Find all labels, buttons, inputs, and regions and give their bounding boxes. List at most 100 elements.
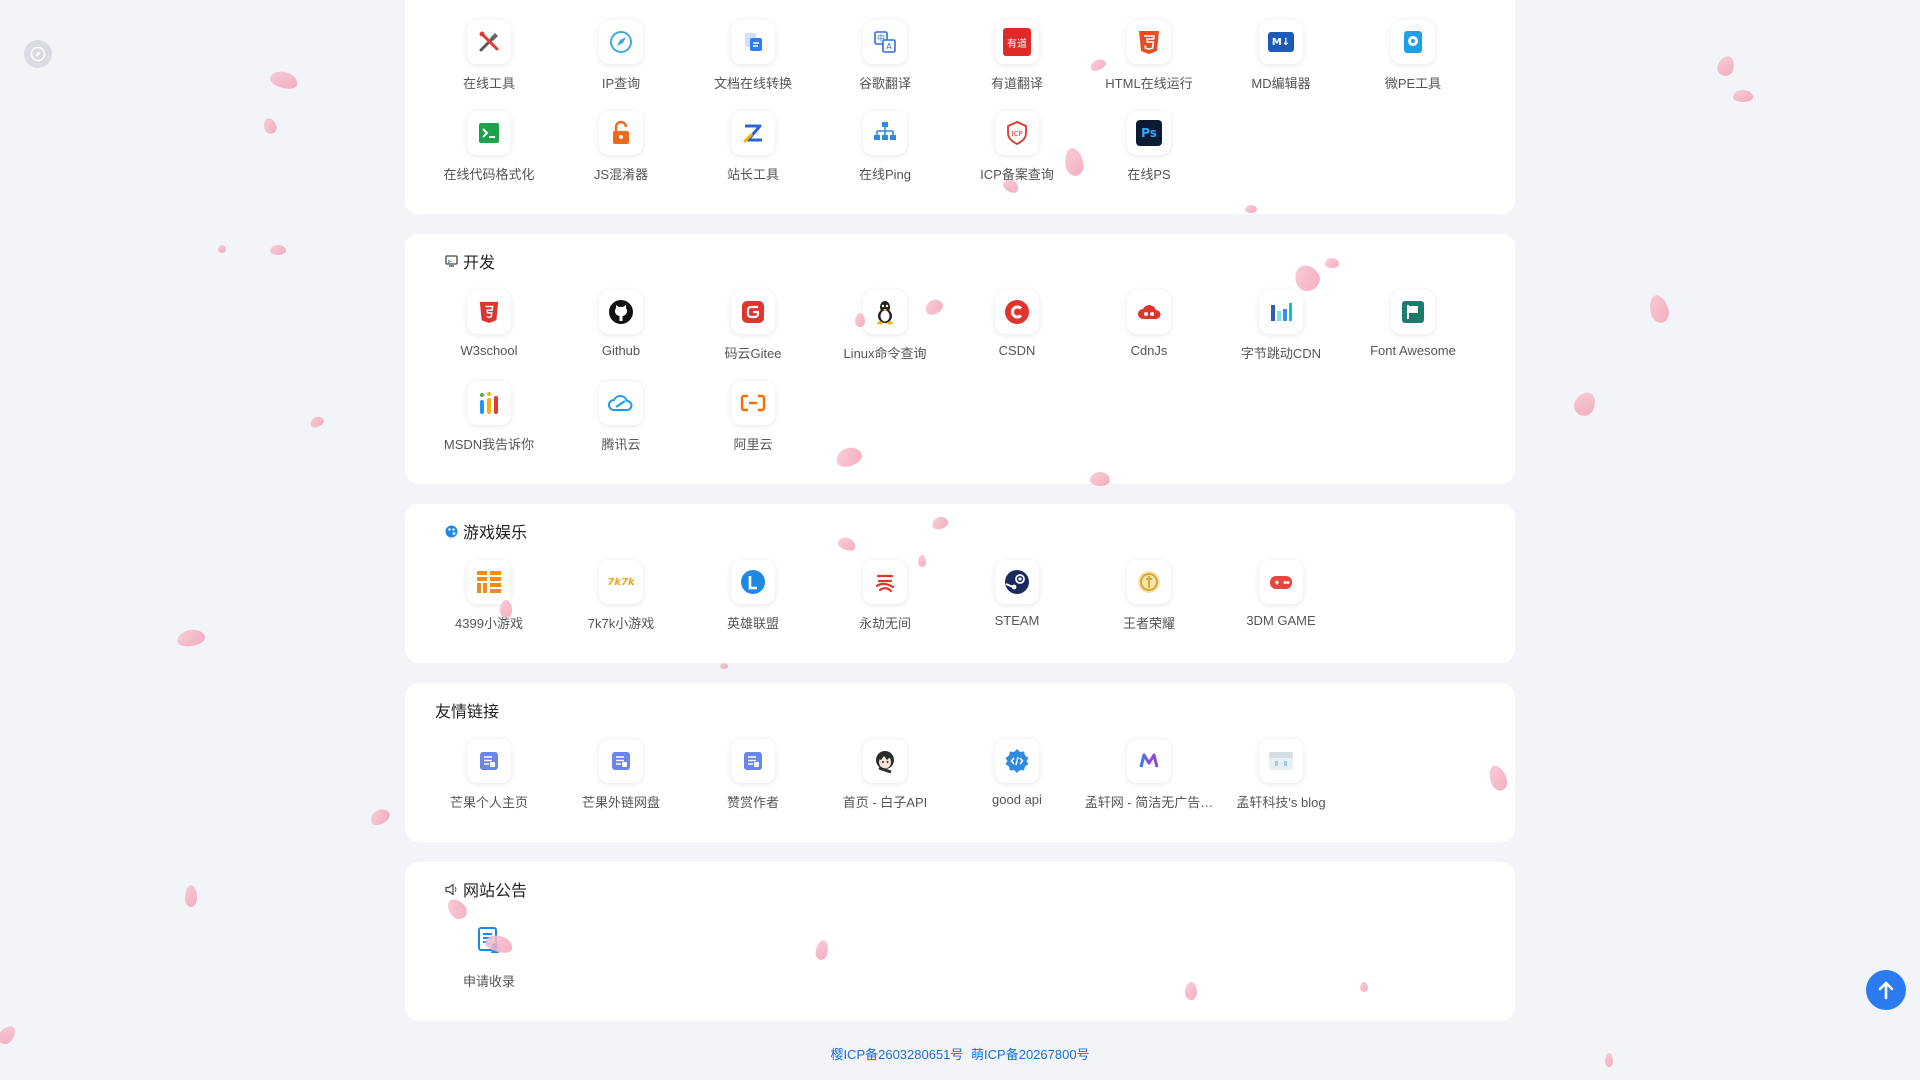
tile-label: MD编辑器 [1251, 76, 1311, 91]
tile-label: 文档在线转换 [713, 76, 792, 91]
friend-mengxuan[interactable]: 孟轩网 - 简洁无广告… [1083, 737, 1215, 828]
game-7k7k[interactable]: 7k7k 7k7k小游戏 [555, 558, 687, 649]
tile-label: Font Awesome [1370, 343, 1456, 358]
section-title: 开发 [463, 255, 496, 272]
tool-youdao-translate[interactable]: 有道 有道翻译 [951, 18, 1083, 109]
section-notice: 网站公告 申请收录 [405, 862, 1515, 1021]
csdn-icon [995, 290, 1039, 334]
tile-label: 7k7k小游戏 [587, 616, 655, 631]
petal-decoration [1646, 293, 1672, 325]
aliyun-icon [731, 381, 775, 425]
petal-decoration [185, 885, 197, 907]
tile-label: STEAM [994, 613, 1040, 628]
palette-icon [444, 524, 458, 538]
petal-decoration [175, 627, 207, 649]
petal-decoration [261, 116, 279, 136]
tool-md-editor[interactable]: M↓ MD编辑器 [1215, 18, 1347, 109]
tool-code-format[interactable]: 在线代码格式化 [423, 109, 555, 200]
tile-label: 站长工具 [726, 167, 779, 182]
compass-icon[interactable] [24, 40, 52, 68]
mengxuan-logo-icon [1127, 739, 1171, 783]
tile-label: 3DM GAME [1246, 613, 1316, 628]
dev-csdn[interactable]: CSDN [951, 288, 1083, 379]
tile-label: 在线Ping [858, 167, 912, 182]
tool-doc-convert[interactable]: 文档在线转换 [687, 18, 819, 109]
section-dev: 开发 W3school Github 码云Gitee Linux命令查询 CSD… [405, 234, 1515, 484]
icp-link-1[interactable]: 樱ICP备2603280651号 [830, 1047, 963, 1062]
dev-font-awesome[interactable]: Font Awesome [1347, 288, 1479, 379]
webmaster-z-icon [731, 111, 775, 155]
friend-mango-home[interactable]: 芒果个人主页 [423, 737, 555, 828]
tile-label: IP查询 [601, 76, 641, 91]
speaker-icon [444, 882, 458, 896]
terminal-icon [467, 111, 511, 155]
wrench-icon [467, 20, 511, 64]
tool-online-ps[interactable]: Ps 在线PS [1083, 109, 1215, 200]
tool-ip-query[interactable]: IP查询 [555, 18, 687, 109]
dev-cdnjs[interactable]: CdnJs [1083, 288, 1215, 379]
friend-mango-disk[interactable]: 芒果外链网盘 [555, 737, 687, 828]
friend-good-api[interactable]: good api [951, 737, 1083, 828]
petal-decoration [1090, 472, 1110, 486]
game-4399[interactable]: 4399小游戏 [423, 558, 555, 649]
game-lol[interactable]: 英雄联盟 [687, 558, 819, 649]
footer: 樱ICP备2603280651号 萌ICP备20267800号 [0, 1044, 1920, 1063]
7k7k-icon: 7k7k [599, 560, 643, 604]
game-naraka[interactable]: 永劫无间 [819, 558, 951, 649]
petal-decoration [308, 414, 326, 430]
dev-w3school[interactable]: W3school [423, 288, 555, 379]
youdao-icon: 有道 [995, 20, 1039, 64]
tile-label: 腾讯云 [601, 437, 641, 452]
code-badge-icon [995, 739, 1039, 783]
gamepad-icon [1259, 560, 1303, 604]
game-honor-of-kings[interactable]: 王者荣耀 [1083, 558, 1215, 649]
tool-online-ping[interactable]: 在线Ping [819, 109, 951, 200]
friend-baizi-api[interactable]: 首页 - 白子API [819, 737, 951, 828]
network-tree-icon [863, 111, 907, 155]
notice-apply-listing[interactable]: 申请收录 [423, 916, 555, 1007]
dev-github[interactable]: Github [555, 288, 687, 379]
7k7k-logo-text: 7k7k [607, 576, 635, 588]
main-content: 在线工具 IP查询 文档在线转换 中A 谷歌翻译 有道 有道翻译 HTML在线运… [405, 0, 1515, 1041]
tile-label: Github [601, 343, 641, 358]
petal-decoration [855, 313, 865, 327]
tile-label: 阿里云 [733, 437, 773, 452]
tile-label: 字节跳动CDN [1240, 346, 1322, 361]
league-icon [731, 560, 775, 604]
tool-micro-pe[interactable]: 微PE工具 [1347, 18, 1479, 109]
blog-thumbnail-icon [1259, 739, 1303, 783]
tile-label: 孟轩网 - 简洁无广告… [1084, 795, 1214, 810]
document-convert-icon [731, 20, 775, 64]
game-3dm[interactable]: 3DM GAME [1215, 558, 1347, 649]
petal-decoration [1733, 90, 1753, 102]
svg-text:中: 中 [877, 33, 885, 43]
friend-donate[interactable]: 赞赏作者 [687, 737, 819, 828]
icp-shield-icon: ICP [995, 111, 1039, 155]
dev-aliyun[interactable]: 阿里云 [687, 379, 819, 470]
dev-gitee[interactable]: 码云Gitee [687, 288, 819, 379]
tool-webmaster[interactable]: 站长工具 [687, 109, 819, 200]
petal-decoration [218, 245, 226, 253]
petal-decoration [1325, 258, 1339, 268]
dev-tencent-cloud[interactable]: 腾讯云 [555, 379, 687, 470]
friend-mengxuan-blog[interactable]: 孟轩科技's blog [1215, 737, 1347, 828]
back-to-top-button[interactable] [1866, 970, 1906, 1010]
petal-decoration [720, 663, 728, 669]
tool-online-tools[interactable]: 在线工具 [423, 18, 555, 109]
tile-label: 赞赏作者 [726, 795, 779, 810]
dev-msdn[interactable]: MSDN我告诉你 [423, 379, 555, 470]
tile-label: 首页 - 白子API [842, 795, 928, 810]
tile-label: CdnJs [1130, 343, 1168, 358]
w3school-icon [467, 290, 511, 334]
tool-js-obfuscator[interactable]: JS混淆器 [555, 109, 687, 200]
petal-decoration [1605, 1053, 1613, 1067]
tile-label: 英雄联盟 [726, 616, 779, 631]
icp-link-2[interactable]: 萌ICP备20267800号 [971, 1047, 1090, 1062]
petal-decoration [1715, 53, 1737, 79]
tile-label: 王者荣耀 [1122, 616, 1175, 631]
game-steam[interactable]: STEAM [951, 558, 1083, 649]
tile-label: 在线PS [1127, 167, 1171, 182]
tool-google-translate[interactable]: 中A 谷歌翻译 [819, 18, 951, 109]
dev-bytedance-cdn[interactable]: 字节跳动CDN [1215, 288, 1347, 379]
petal-decoration [1245, 205, 1257, 213]
